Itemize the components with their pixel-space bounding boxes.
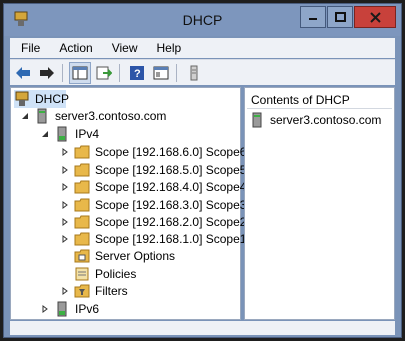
details-item-server[interactable]: server3.contoso.com [249,111,381,129]
forward-button[interactable] [36,62,58,84]
back-arrow-icon [16,66,30,79]
toolbar-separator [176,63,177,82]
collapse-arrow-icon[interactable] [20,111,30,121]
help-icon: ? [130,65,144,80]
help-button[interactable]: ? [126,62,148,84]
folder-icon [74,144,90,160]
show-hide-console-tree-button[interactable] [69,61,91,84]
tree-node-scope[interactable]: Scope [192.168.3.0] Scope3 [60,196,246,214]
policies-icon [74,266,90,282]
menu-bar: File Action View Help [10,38,395,58]
server-icon [34,108,50,124]
folder-icon [74,162,90,178]
folder-icon [74,231,90,247]
folder-icon [74,214,90,230]
menu-help[interactable]: Help [146,41,190,55]
expand-arrow-icon[interactable] [60,182,70,192]
tree-node-scope[interactable]: Scope [192.168.1.0] Scope1 [60,230,246,248]
maximize-icon [334,12,346,22]
maximize-button[interactable] [327,6,353,28]
back-button[interactable] [12,62,34,84]
tree-node-dhcp[interactable]: DHCP [14,90,69,108]
details-header: Contents of DHCP [247,91,392,109]
minimize-button[interactable] [300,6,326,28]
details-pane[interactable]: Contents of DHCP server3.contoso.com [244,87,395,320]
dhcp-window: DHCP File Action View Help ? DHCP server… [3,3,402,338]
tree-node-server[interactable]: server3.contoso.com [20,107,166,125]
forward-arrow-icon [40,66,54,79]
expand-arrow-icon[interactable] [60,200,70,210]
tree-node-scope[interactable]: Scope [192.168.5.0] Scope5 [60,161,246,179]
expand-arrow-icon[interactable] [60,217,70,227]
minimize-icon [309,18,317,20]
menu-view[interactable]: View [101,41,146,55]
tree-node-scope[interactable]: Scope [192.168.2.0] Scope2 [60,213,246,231]
close-icon [369,11,381,23]
console-tree-pane[interactable]: DHCP server3.contoso.com IPv4 Scope [192… [10,87,246,320]
export-list-icon [96,66,112,79]
tree-node-policies[interactable]: Policies [74,265,136,283]
dhcp-root-icon [14,91,30,107]
server-options-icon [74,248,90,264]
tree-node-scope[interactable]: Scope [192.168.4.0] Scope4 [60,178,246,196]
dhcp-server-button[interactable] [183,62,205,84]
ipv4-icon [54,126,70,142]
toolbar-separator [62,63,63,82]
expand-arrow-icon[interactable] [60,165,70,175]
tree-node-ipv6[interactable]: IPv6 [40,300,99,318]
tree-node-server-options[interactable]: Server Options [74,247,175,265]
expand-arrow-icon[interactable] [60,234,70,244]
expand-arrow-icon[interactable] [60,147,70,157]
expand-arrow-icon[interactable] [60,286,70,296]
toolbar-separator [119,63,120,82]
folder-icon [74,197,90,213]
server-icon [249,112,265,128]
tree-node-filters[interactable]: Filters [60,282,128,300]
properties-button[interactable] [150,62,172,84]
menu-action[interactable]: Action [48,41,100,55]
folder-icon [74,179,90,195]
collapse-arrow-icon[interactable] [40,129,50,139]
title-bar[interactable]: DHCP [4,4,401,36]
properties-icon [153,66,169,79]
svg-text:?: ? [134,68,141,80]
filters-icon [74,283,90,299]
server-tower-icon [190,65,198,80]
tree-node-scope[interactable]: Scope [192.168.6.0] Scope6 [60,143,246,161]
toolbar: ? [10,59,395,85]
tree-node-ipv4[interactable]: IPv4 [40,125,99,143]
console-tree-icon [72,66,88,79]
menu-file[interactable]: File [10,41,48,55]
ipv6-icon [54,301,70,317]
close-button[interactable] [354,6,396,28]
expand-arrow-icon[interactable] [40,304,50,314]
export-list-button[interactable] [93,62,115,84]
status-bar [10,321,395,335]
